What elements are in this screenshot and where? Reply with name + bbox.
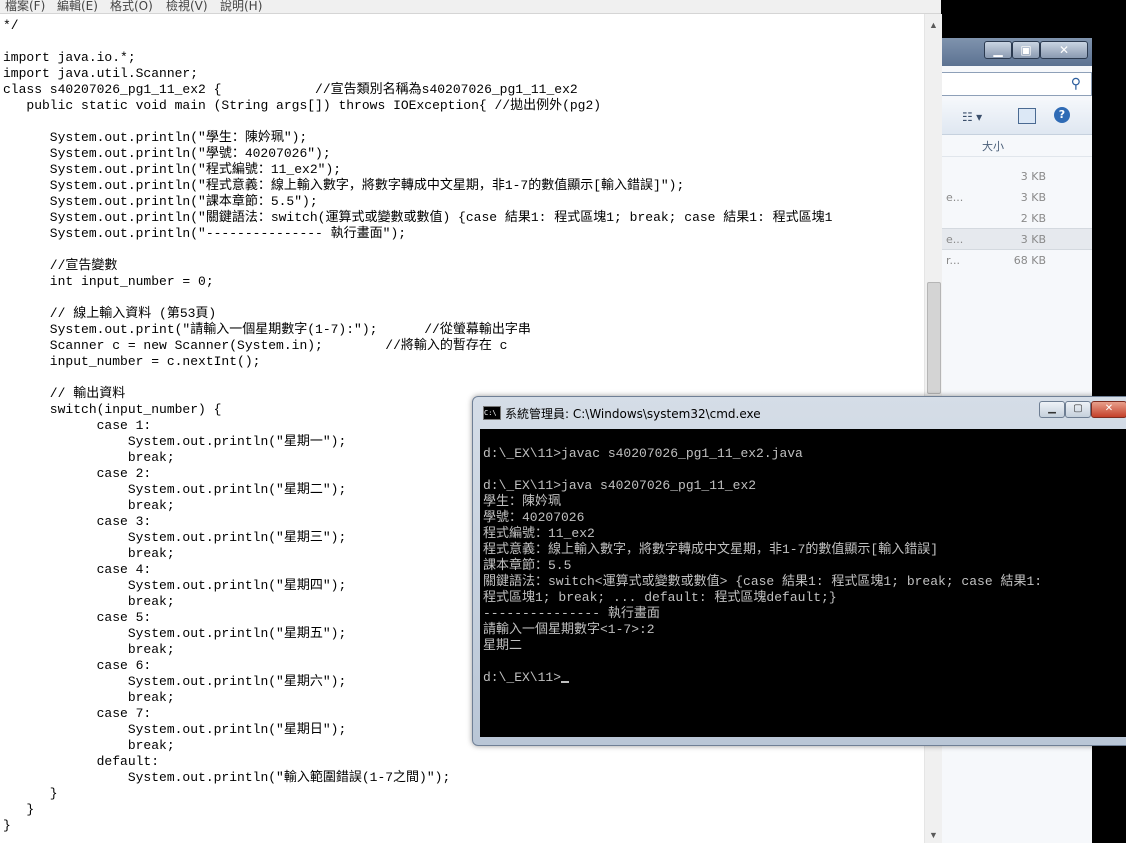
scroll-up-icon[interactable]: ▲: [925, 20, 942, 30]
menu-view[interactable]: 檢視(V): [166, 0, 208, 13]
file-row[interactable]: 2 KB: [940, 208, 1092, 228]
menu-format[interactable]: 格式(O): [110, 0, 153, 13]
menu-bar: 檔案(F) 編輯(E) 格式(O) 檢視(V) 說明(H): [0, 0, 941, 14]
console-log: d:\_EX\11>javac s40207026_pg1_11_ex2.jav…: [483, 446, 1043, 653]
text-cursor: [561, 681, 570, 683]
minimize-icon[interactable]: ▁: [984, 41, 1012, 59]
file-row[interactable]: r... 68 KB: [940, 250, 1092, 270]
cmd-app-icon: C:\: [483, 406, 501, 420]
console-output[interactable]: d:\_EX\11>javac s40207026_pg1_11_ex2.jav…: [480, 429, 1126, 737]
cmd-window: C:\ 系統管理員: C:\Windows\system32\cmd.exe ▁…: [472, 396, 1126, 746]
column-header-size[interactable]: 大小: [940, 134, 1092, 157]
search-icon[interactable]: ⚲: [1071, 75, 1081, 92]
close-icon[interactable]: ✕: [1091, 401, 1126, 418]
minimize-icon[interactable]: ▁: [1039, 401, 1065, 418]
menu-help[interactable]: 說明(H): [220, 0, 262, 13]
scroll-down-icon[interactable]: ▼: [925, 830, 942, 840]
file-row[interactable]: e... 3 KB: [940, 187, 1092, 207]
view-options-icon[interactable]: ☷ ▾: [962, 110, 982, 124]
console-prompt: d:\_EX\11>: [483, 670, 562, 685]
maximize-icon[interactable]: ▢: [1065, 401, 1091, 418]
preview-pane-icon[interactable]: [1018, 108, 1036, 124]
explorer-titlebar: ▁ ▣ ✕: [940, 38, 1092, 66]
explorer-search-box[interactable]: ⚲: [940, 72, 1092, 96]
menu-edit[interactable]: 編輯(E): [57, 0, 98, 13]
file-row[interactable]: 3 KB: [940, 166, 1092, 186]
cmd-window-title: 系統管理員: C:\Windows\system32\cmd.exe: [505, 407, 761, 421]
scroll-thumb[interactable]: [927, 282, 941, 394]
maximize-icon[interactable]: ▣: [1012, 41, 1040, 59]
help-icon[interactable]: ?: [1054, 107, 1070, 123]
file-row-selected[interactable]: e... 3 KB: [940, 228, 1092, 250]
menu-file[interactable]: 檔案(F): [5, 0, 45, 13]
explorer-toolbar: ☷ ▾ ?: [940, 100, 1092, 135]
close-icon[interactable]: ✕: [1040, 41, 1088, 59]
